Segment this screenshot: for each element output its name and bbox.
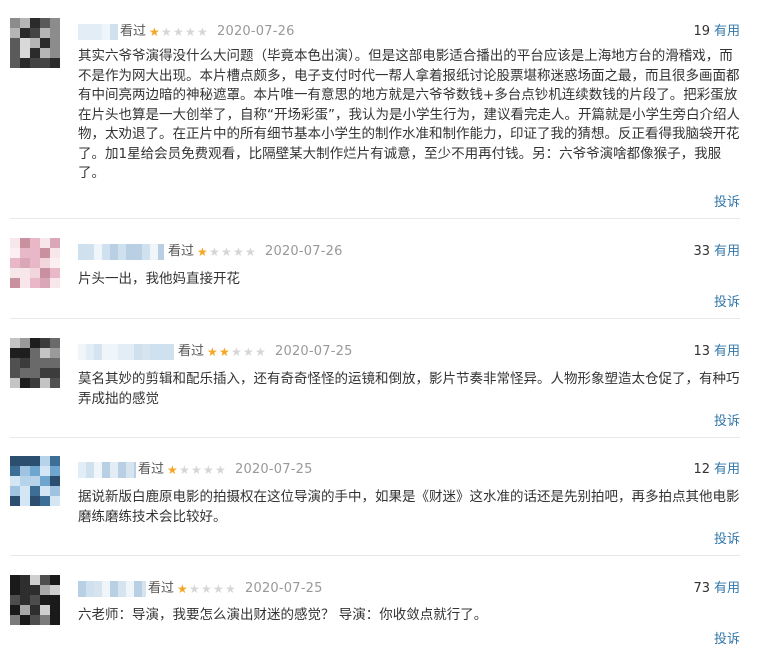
review-date: 2020-07-25: [245, 581, 323, 596]
star-filled-icon: ★: [219, 345, 230, 359]
report-button[interactable]: 投诉: [714, 413, 740, 431]
star-empty-icon: ★: [233, 245, 244, 259]
watched-label: 看过: [168, 244, 195, 259]
useful-vote: 33 有用: [693, 242, 740, 262]
useful-vote: 12 有用: [693, 460, 740, 480]
useful-button[interactable]: 有用: [714, 24, 740, 39]
star-empty-icon: ★: [221, 245, 232, 259]
divider: [10, 218, 740, 219]
watched-label: 看过: [148, 581, 175, 596]
avatar[interactable]: [10, 18, 60, 68]
star-empty-icon: ★: [161, 25, 172, 39]
review-meta: 看过 ★ ★ ★ ★ ★ 2020-07-25: [138, 460, 313, 480]
star-rating: ★ ★ ★ ★ ★: [149, 22, 209, 42]
report-button[interactable]: 投诉: [714, 194, 740, 212]
star-empty-icon: ★: [173, 25, 184, 39]
star-rating: ★ ★ ★ ★ ★: [177, 579, 237, 599]
star-empty-icon: ★: [245, 245, 256, 259]
useful-vote: 19 有用: [693, 22, 740, 42]
star-empty-icon: ★: [209, 245, 220, 259]
star-empty-icon: ★: [185, 25, 196, 39]
watched-label: 看过: [138, 462, 165, 477]
star-empty-icon: ★: [197, 25, 208, 39]
useful-button[interactable]: 有用: [714, 244, 740, 259]
star-rating: ★ ★ ★ ★ ★: [167, 460, 227, 480]
review-content: 六老师：导演，我要怎么演出财迷的感觉？ 导演：你收敛点就行了。: [78, 607, 488, 623]
star-empty-icon: ★: [255, 345, 266, 359]
review-meta: 看过 ★ ★ ★ ★ ★ 2020-07-26: [120, 22, 295, 42]
star-empty-icon: ★: [201, 582, 212, 596]
useful-count: 13: [693, 344, 710, 359]
review-meta: 看过 ★ ★ ★ ★ ★ 2020-07-25: [148, 579, 323, 599]
star-empty-icon: ★: [213, 582, 224, 596]
star-filled-icon: ★: [207, 345, 218, 359]
useful-count: 19: [693, 24, 710, 39]
avatar[interactable]: [10, 338, 60, 388]
username-blurred[interactable]: [78, 581, 146, 597]
star-filled-icon: ★: [167, 463, 178, 477]
star-empty-icon: ★: [179, 463, 190, 477]
useful-button[interactable]: 有用: [714, 344, 740, 359]
divider: [10, 437, 740, 438]
review-content: 据说新版白鹿原电影的拍摄权在这位导演的手中，如果是《财迷》这水准的话还是先别拍吧…: [78, 489, 740, 525]
review-content: 片头一出，我他妈直接开花: [78, 271, 240, 287]
divider: [10, 318, 740, 319]
useful-button[interactable]: 有用: [714, 581, 740, 596]
report-button[interactable]: 投诉: [714, 631, 740, 649]
star-empty-icon: ★: [203, 463, 214, 477]
star-filled-icon: ★: [197, 245, 208, 259]
useful-count: 33: [693, 244, 710, 259]
watched-label: 看过: [120, 24, 147, 39]
report-button[interactable]: 投诉: [714, 294, 740, 312]
review-date: 2020-07-26: [265, 244, 343, 259]
username-blurred[interactable]: [78, 462, 136, 478]
useful-vote: 73 有用: [693, 579, 740, 599]
review-date: 2020-07-25: [235, 462, 313, 477]
star-filled-icon: ★: [149, 25, 160, 39]
username-blurred[interactable]: [78, 24, 118, 40]
divider: [10, 555, 740, 556]
star-rating: ★ ★ ★ ★ ★: [197, 242, 257, 262]
report-button[interactable]: 投诉: [714, 531, 740, 549]
star-empty-icon: ★: [189, 582, 200, 596]
star-empty-icon: ★: [215, 463, 226, 477]
star-empty-icon: ★: [225, 582, 236, 596]
useful-button[interactable]: 有用: [714, 462, 740, 477]
avatar[interactable]: [10, 456, 60, 506]
useful-vote: 13 有用: [693, 342, 740, 362]
star-filled-icon: ★: [177, 582, 188, 596]
review-content: 其实六爷爷演得没什么大问题（毕竟本色出演）。但是这部电影适合播出的平台应该是上海…: [78, 48, 740, 181]
username-blurred[interactable]: [78, 344, 174, 360]
star-empty-icon: ★: [191, 463, 202, 477]
avatar[interactable]: [10, 575, 60, 625]
review-content: 莫名其妙的剪辑和配乐插入，还有奇奇怪怪的运镜和倒放，影片节奏非常怪异。人物形象塑…: [78, 371, 740, 407]
review-date: 2020-07-26: [217, 24, 295, 39]
star-empty-icon: ★: [231, 345, 242, 359]
avatar[interactable]: [10, 238, 60, 288]
username-blurred[interactable]: [78, 244, 164, 260]
review-date: 2020-07-25: [275, 344, 353, 359]
review-meta: 看过 ★ ★ ★ ★ ★ 2020-07-26: [168, 242, 343, 262]
star-rating: ★ ★ ★ ★ ★: [207, 342, 267, 362]
star-empty-icon: ★: [243, 345, 254, 359]
review-meta: 看过 ★ ★ ★ ★ ★ 2020-07-25: [178, 342, 353, 362]
useful-count: 12: [693, 462, 710, 477]
watched-label: 看过: [178, 344, 205, 359]
useful-count: 73: [693, 581, 710, 596]
